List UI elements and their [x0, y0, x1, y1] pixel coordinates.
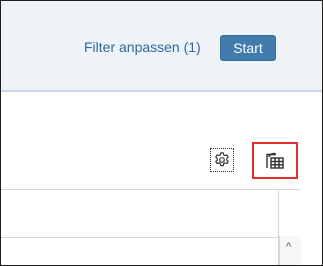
data-table: [1, 189, 300, 265]
start-button[interactable]: Start: [220, 35, 276, 61]
scroll-up-icon[interactable]: ^: [286, 242, 291, 253]
export-to-spreadsheet-button[interactable]: [252, 142, 298, 179]
settings-button[interactable]: [210, 148, 234, 172]
vertical-scrollbar[interactable]: ^: [279, 236, 301, 265]
export-to-spreadsheet-icon: [266, 152, 284, 169]
app-window: Filter anpassen (1) Start ^: [0, 0, 323, 266]
adapt-filters-link[interactable]: Filter anpassen (1): [84, 39, 201, 55]
filter-bar: Filter anpassen (1) Start: [1, 1, 322, 92]
gear-icon: [215, 152, 229, 167]
table-header-row: [1, 190, 278, 238]
